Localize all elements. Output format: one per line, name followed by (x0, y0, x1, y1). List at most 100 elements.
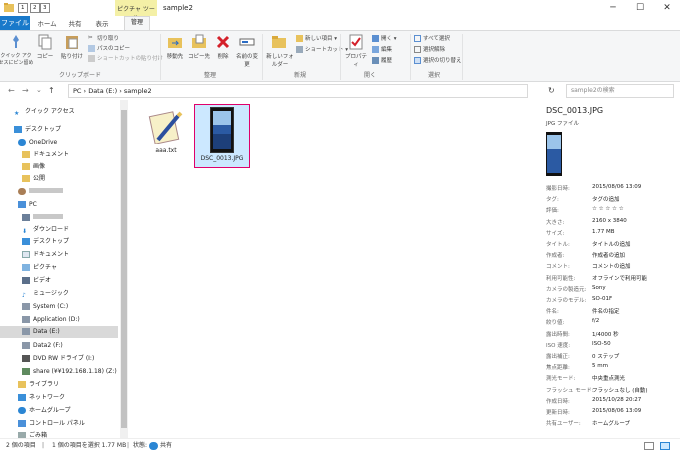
invert-selection-button[interactable]: 選択の切り替え (414, 56, 462, 64)
delete-button[interactable]: 削除 (214, 34, 232, 60)
file-item-text[interactable]: aaa.txt (138, 106, 194, 166)
search-input[interactable]: sample2の検索 (566, 84, 674, 98)
cut-button[interactable]: ✂ 切り取り (88, 34, 119, 42)
edit-button[interactable]: 編集 (372, 45, 392, 53)
detail-value[interactable]: 件名の指定 (592, 307, 620, 315)
detail-value[interactable]: ISO-50 (592, 341, 611, 347)
forward-arrow-icon[interactable]: → (22, 86, 29, 95)
nav-videos[interactable]: ビデオ (0, 275, 118, 287)
detail-value[interactable]: 1/4000 秒 (592, 330, 619, 338)
tab-file[interactable]: ファイル (0, 16, 30, 30)
nav-pc[interactable]: PC (0, 199, 118, 211)
detail-value[interactable]: ホームグループ (592, 419, 630, 427)
nav-onedrive-pictures[interactable]: 画像 (0, 161, 118, 173)
detail-value[interactable]: コメントの追加 (592, 262, 631, 270)
large-icons-view-icon[interactable] (660, 442, 670, 450)
nav-music[interactable]: ♪ ミュージック (0, 288, 118, 300)
detail-value[interactable]: f/2 (592, 318, 599, 324)
detail-value[interactable]: 中央重点測光 (592, 374, 625, 382)
nav-scrollbar-thumb[interactable] (121, 110, 127, 428)
detail-value[interactable]: タイトルの追加 (592, 240, 631, 248)
nav-drive-d[interactable]: Application (D:) (0, 314, 118, 326)
nav-control-panel[interactable]: コントロール パネル (0, 418, 118, 430)
pin-quick-access-button[interactable]: クイック アクセスにピン留め (0, 34, 34, 66)
details-filename: DSC_0013.JPG (546, 106, 604, 115)
shortcut-label: ショートカット (305, 47, 344, 53)
nav-drive-c[interactable]: System (C:) (0, 301, 118, 313)
copy-path-button[interactable]: パスのコピー (88, 44, 130, 52)
maximize-button[interactable]: ☐ (627, 0, 653, 16)
properties-button[interactable]: プロパティ (344, 34, 368, 68)
nav-drive-e[interactable]: Data (E:) (0, 326, 118, 338)
detail-label: カメラの製造元: (546, 286, 587, 293)
qa-new-folder-button[interactable]: 2 (30, 3, 40, 13)
nav-quick-access[interactable]: ★ クイック アクセス (0, 106, 118, 118)
new-item-button[interactable]: 新しい項目 ▾ (296, 34, 337, 42)
paste-button[interactable]: 貼り付け (60, 34, 84, 60)
detail-value[interactable]: Sony (592, 285, 606, 291)
close-button[interactable]: ✕ (654, 0, 680, 16)
detail-label: 撮影日時: (546, 186, 570, 192)
shortcut-icon (88, 55, 95, 62)
open-button[interactable]: 開く ▾ (372, 34, 397, 42)
back-arrow-icon[interactable]: ← (8, 86, 15, 95)
file-item-image[interactable]: DSC_0013.JPG (194, 104, 250, 168)
nav-downloads[interactable]: ⬇ ダウンロード (0, 224, 118, 236)
move-to-button[interactable]: 移動先 (164, 34, 186, 60)
nav-network-drive-z[interactable]: share (¥¥192.168.1.18) (Z:) (0, 366, 118, 378)
nav-user[interactable] (0, 186, 118, 198)
detail-value[interactable]: 2015/10/28 20:27 (592, 397, 641, 403)
nav-dvd-drive[interactable]: DVD RW ドライブ (I:) (0, 353, 118, 365)
detail-value[interactable]: 作成者の追加 (592, 251, 625, 259)
nav-network[interactable]: ネットワーク (0, 392, 118, 404)
detail-value[interactable]: オフラインで利用可能 (592, 274, 647, 282)
file-name: DSC_0013.JPG (200, 155, 244, 162)
nav-onedrive[interactable]: OneDrive (0, 137, 118, 149)
nav-pc-item[interactable] (0, 212, 118, 224)
qa-properties-button[interactable]: 1 (18, 3, 28, 13)
nav-pc-documents[interactable]: ドキュメント (0, 249, 118, 261)
nav-onedrive-documents[interactable]: ドキュメント (0, 149, 118, 161)
rename-icon (239, 34, 255, 50)
tab-manage[interactable]: 管理 (124, 16, 150, 30)
up-arrow-icon[interactable]: ↑ (48, 86, 55, 95)
detail-value[interactable]: SO-01F (592, 296, 612, 302)
qa-customize-button[interactable]: 3 (40, 3, 50, 13)
nav-homegroup[interactable]: ホームグループ (0, 405, 118, 417)
rename-button[interactable]: 名前の変更 (236, 34, 258, 68)
tab-view[interactable]: 表示 (93, 18, 111, 28)
detail-value[interactable]: タグの追加 (592, 195, 620, 203)
detail-value[interactable]: ☆ ☆ ☆ ☆ ☆ (592, 206, 624, 212)
select-none-button[interactable]: 選択解除 (414, 45, 445, 53)
tab-home[interactable]: ホーム (36, 18, 58, 28)
nav-pc-desktop[interactable]: デスクトップ (0, 236, 118, 248)
nav-drive-f[interactable]: Data2 (F:) (0, 340, 118, 352)
paste-shortcut-button[interactable]: ショートカットの貼り付け (88, 54, 163, 62)
new-folder-button[interactable]: 新しいフォルダー (266, 34, 294, 68)
nav-desktop[interactable]: デスクトップ (0, 124, 118, 136)
tab-share[interactable]: 共有 (66, 18, 84, 28)
detail-value[interactable]: 2015/08/06 13:09 (592, 184, 641, 190)
minimize-button[interactable]: ─ (600, 0, 626, 16)
nav-onedrive-public[interactable]: 公開 (0, 173, 118, 185)
nav-label: ドキュメント (33, 151, 70, 158)
detail-value[interactable]: フラッシュなし (自動) (592, 386, 648, 394)
copy-button[interactable]: コピー (36, 34, 54, 60)
details-view-icon[interactable] (644, 442, 654, 450)
detail-value[interactable]: 1.77 MB (592, 229, 615, 235)
detail-value[interactable]: 0 ステップ (592, 352, 619, 360)
copy-to-button[interactable]: コピー先 (188, 34, 210, 60)
detail-value[interactable]: 2015/08/06 13:09 (592, 408, 641, 414)
nav-label: Data2 (F:) (33, 342, 63, 349)
detail-value[interactable]: 5 mm (592, 363, 608, 369)
select-all-button[interactable]: すべて選択 (414, 34, 450, 42)
refresh-icon[interactable]: ↻ (548, 86, 555, 95)
detail-value[interactable]: 2160 x 3840 (592, 218, 627, 224)
nav-scrollbar[interactable] (120, 100, 128, 438)
nav-pictures[interactable]: ピクチャ (0, 262, 118, 274)
new-folder-label: 新しいフォルダー (266, 54, 294, 68)
nav-libraries[interactable]: ライブラリ (0, 379, 118, 391)
history-button[interactable]: 履歴 (372, 56, 392, 64)
recent-locations-icon[interactable]: ⌄ (36, 86, 42, 94)
address-path[interactable]: PC › Data (E:) › sample2 (68, 84, 528, 98)
